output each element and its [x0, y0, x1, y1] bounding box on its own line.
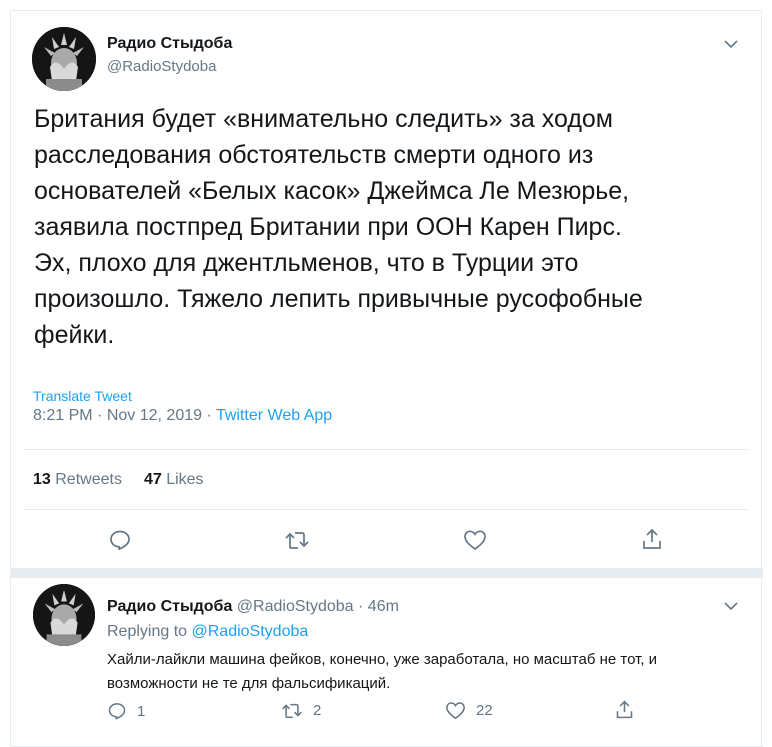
- thread-separator: [11, 568, 763, 578]
- retweets-stat[interactable]: 13 Retweets: [33, 471, 122, 488]
- replying-to: Replying to @RadioStydoba: [107, 623, 308, 641]
- reply-author-handle[interactable]: @RadioStydoba: [237, 598, 354, 615]
- tweet-time[interactable]: 8:21 PM: [33, 407, 93, 424]
- meta-separator: ·: [206, 407, 212, 424]
- like-count: 22: [476, 702, 493, 719]
- share-icon: [614, 699, 635, 720]
- reply-age[interactable]: 46m: [368, 598, 399, 615]
- reply-icon: [108, 528, 132, 552]
- author-handle[interactable]: @RadioStydoba: [107, 58, 216, 75]
- divider: [23, 509, 748, 510]
- divider: [23, 449, 748, 450]
- avatar[interactable]: [32, 27, 96, 91]
- likes-count: 47: [143, 471, 162, 488]
- engagement-stats: 13 Retweets 47 Likes: [33, 471, 204, 489]
- reply-author-name[interactable]: Радио Стыдоба: [107, 598, 232, 615]
- tweet-card: Радио Стыдоба @RadioStydoba Британия буд…: [10, 10, 763, 747]
- chevron-down-icon[interactable]: [722, 35, 740, 53]
- reply-icon: [107, 701, 127, 721]
- reply-text: Хайли-лайкли машина фейков, конечно, уже…: [107, 651, 658, 692]
- replying-to-handle[interactable]: @RadioStydoba: [192, 623, 309, 640]
- reply-retweet-button[interactable]: 2: [281, 701, 321, 720]
- replying-to-label: Replying to: [107, 623, 188, 640]
- translate-tweet-link[interactable]: Translate Tweet: [33, 388, 132, 404]
- like-button[interactable]: [463, 529, 487, 551]
- reply-count: 1: [137, 702, 146, 720]
- reply-button[interactable]: [108, 528, 132, 552]
- likes-stat[interactable]: 47 Likes: [144, 471, 204, 488]
- retweet-button[interactable]: [284, 529, 310, 551]
- tweet-date[interactable]: Nov 12, 2019: [107, 407, 202, 424]
- heart-icon: [445, 701, 466, 720]
- retweets-count: 13: [33, 471, 51, 488]
- reply-reply-button[interactable]: 1: [107, 701, 145, 721]
- share-icon: [640, 527, 664, 551]
- reply-separator: ·: [358, 598, 364, 615]
- tweet-text: Британия будет «внимательно следить» за …: [34, 105, 643, 349]
- author-name[interactable]: Радио Стыдоба: [107, 35, 232, 53]
- tweet-meta: 8:21 PM · Nov 12, 2019 · Twitter Web App: [33, 407, 332, 425]
- retweet-icon: [284, 529, 310, 551]
- source-app-link[interactable]: Twitter Web App: [216, 407, 332, 424]
- retweets-label: Retweets: [55, 471, 122, 488]
- reply-avatar[interactable]: [33, 584, 95, 646]
- reply-share-button[interactable]: [614, 699, 635, 720]
- retweet-icon: [281, 701, 303, 720]
- heart-icon: [463, 529, 487, 551]
- reply-header: Радио Стыдоба @RadioStydoba · 46m: [107, 598, 399, 616]
- meta-separator: ·: [97, 407, 103, 424]
- likes-label: Likes: [166, 471, 204, 488]
- reply-like-button[interactable]: 22: [445, 701, 493, 720]
- share-button[interactable]: [640, 527, 664, 551]
- retweet-count: 2: [313, 702, 322, 719]
- chevron-down-icon[interactable]: [722, 597, 740, 615]
